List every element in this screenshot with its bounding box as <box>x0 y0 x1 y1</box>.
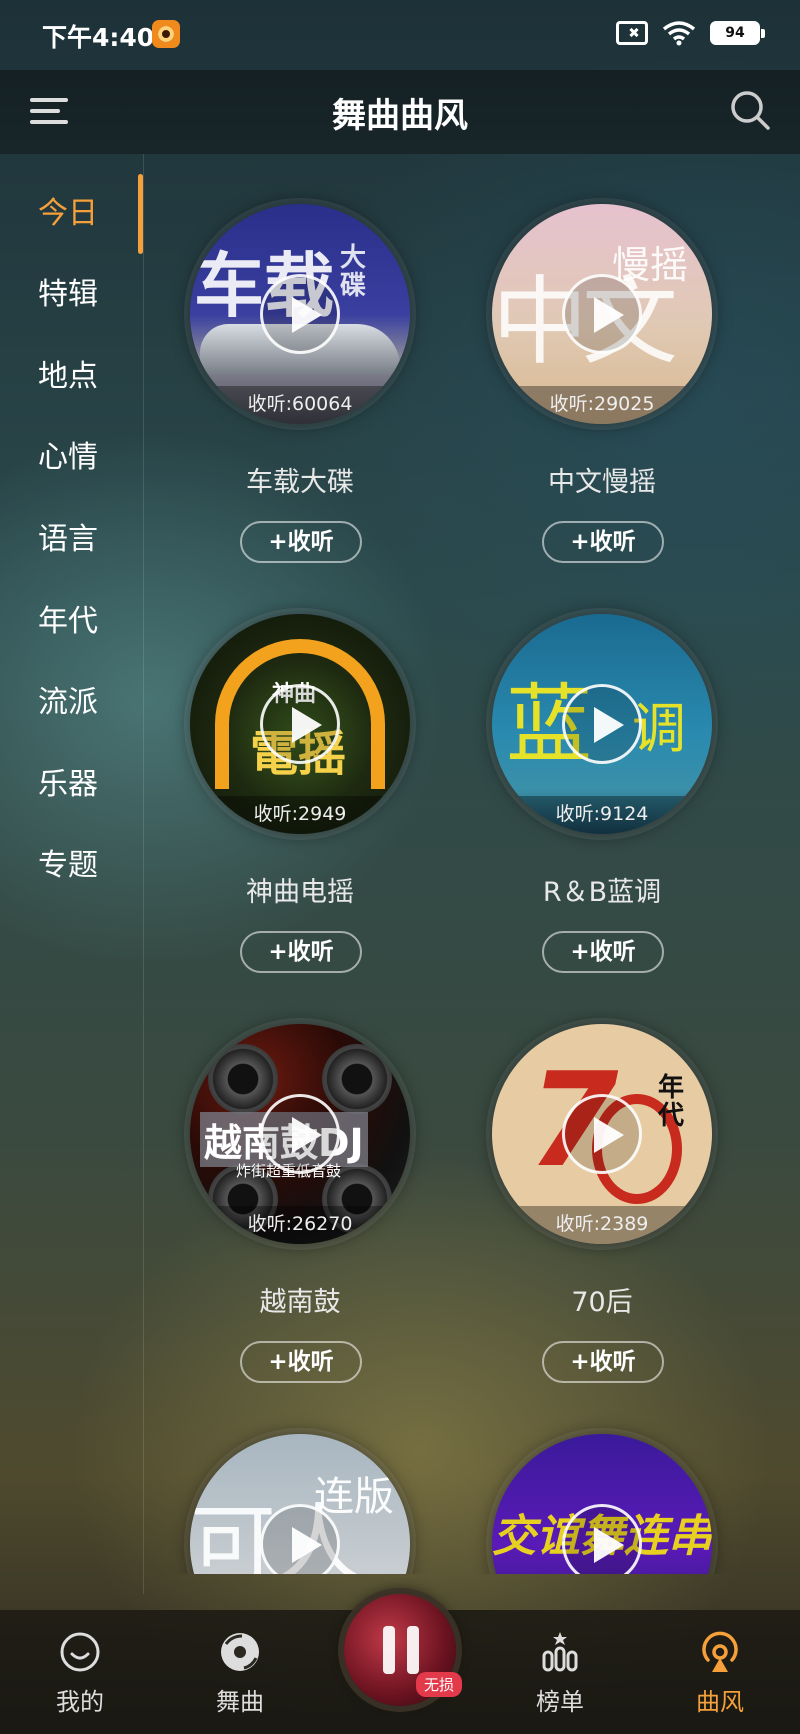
cover-art-subtext: 大碟 <box>340 243 367 301</box>
follow-button[interactable]: +收听 <box>542 521 664 563</box>
lossless-badge: 无损 <box>416 1672 463 1697</box>
playlist-cover[interactable]: 交谊舞连串 <box>492 1434 712 1574</box>
no-sim-icon <box>616 21 648 45</box>
app-header: 舞曲曲风 <box>0 70 800 154</box>
playlist-title: R＆B蓝调 <box>542 877 662 908</box>
follow-button[interactable]: +收听 <box>542 931 664 973</box>
play-count: 收听:2949 <box>190 796 410 834</box>
play-icon[interactable] <box>260 1094 340 1174</box>
nav-item-dance[interactable]: 舞曲 <box>190 1630 290 1717</box>
nav-item-charts[interactable]: 榜单 <box>510 1630 610 1717</box>
play-icon[interactable] <box>260 274 340 354</box>
smile-icon <box>60 1632 100 1672</box>
playlist-card: 中文 慢摇 收听:29025 中文慢摇 +收听 <box>452 154 752 563</box>
chart-icon <box>542 1632 578 1672</box>
status-bar: 下午4:40 94 <box>0 0 800 70</box>
playlist-cover[interactable]: 7 年代 收听:2389 <box>492 1024 712 1244</box>
sidebar-item-place[interactable]: 地点 <box>0 347 140 407</box>
play-count: 收听:2389 <box>492 1206 712 1244</box>
playlist-card: 可人 连版 <box>150 1384 450 1574</box>
playlist-title: 神曲电摇 <box>246 877 354 908</box>
play-icon[interactable] <box>562 1504 642 1574</box>
broadcast-icon <box>702 1631 738 1672</box>
sidebar-item-today[interactable]: 今日 <box>0 184 140 244</box>
playlist-title: 车载大碟 <box>246 467 354 498</box>
play-count: 收听:29025 <box>492 386 712 424</box>
sidebar-item-special[interactable]: 特辑 <box>0 265 140 325</box>
play-count: 收听:60064 <box>190 386 410 424</box>
page-title: 舞曲曲风 <box>332 96 468 136</box>
playlist-card: 车载 大碟 收听:60064 车载大碟 +收听 <box>150 154 450 563</box>
battery-icon: 94 <box>710 21 765 45</box>
now-playing-disc[interactable]: 无损 <box>344 1594 463 1706</box>
disc-icon <box>221 1633 259 1671</box>
follow-button[interactable]: +收听 <box>240 1341 362 1383</box>
nav-label: 舞曲 <box>216 1688 264 1716</box>
playlist-grid: 车载 大碟 收听:60064 车载大碟 +收听 中文 慢摇 收听:29025 中… <box>144 154 800 1574</box>
sidebar-item-genre[interactable]: 流派 <box>0 673 140 733</box>
follow-button[interactable]: +收听 <box>240 521 362 563</box>
play-count: 收听:9124 <box>492 796 712 834</box>
nav-item-style[interactable]: 曲风 <box>670 1630 770 1717</box>
status-time: 下午4:40 <box>42 23 155 52</box>
sidebar-item-era[interactable]: 年代 <box>0 592 140 652</box>
follow-button[interactable]: +收听 <box>240 931 362 973</box>
playlist-card: 交谊舞连串 <box>452 1384 752 1574</box>
playlist-cover[interactable]: 中文 慢摇 收听:29025 <box>492 204 712 424</box>
playlist-cover[interactable]: 车载 大碟 收听:60064 <box>190 204 410 424</box>
app-notification-icon <box>152 20 180 48</box>
playlist-cover[interactable]: 可人 连版 <box>190 1434 410 1574</box>
playlist-card: 越南鼓DJ 炸街超重低音鼓 收听:26270 越南鼓 +收听 <box>150 974 450 1383</box>
speaker-graphic <box>208 1044 278 1114</box>
playlist-cover[interactable]: 蓝 调 收听:9124 <box>492 614 712 834</box>
playlist-card: 7 年代 收听:2389 70后 +收听 <box>452 974 752 1383</box>
nav-label: 曲风 <box>696 1688 744 1716</box>
sidebar-item-mood[interactable]: 心情 <box>0 428 140 488</box>
play-count: 收听:26270 <box>190 1206 410 1244</box>
play-icon[interactable] <box>562 684 642 764</box>
nav-label: 我的 <box>56 1688 104 1716</box>
playlist-card: 電摇 神曲 收听:2949 神曲电摇 +收听 <box>150 564 450 973</box>
playlist-title: 越南鼓 <box>259 1287 341 1318</box>
search-icon[interactable] <box>728 88 772 132</box>
cover-art-subtext: 年代 <box>658 1073 685 1131</box>
speaker-graphic <box>322 1044 392 1114</box>
pause-icon[interactable] <box>381 1626 421 1674</box>
playlist-cover[interactable]: 電摇 神曲 收听:2949 <box>190 614 410 834</box>
nav-item-mine[interactable]: 我的 <box>30 1630 130 1717</box>
follow-button[interactable]: +收听 <box>542 1341 664 1383</box>
play-icon[interactable] <box>260 684 340 764</box>
nav-label: 榜单 <box>536 1688 584 1716</box>
play-icon[interactable] <box>562 274 642 354</box>
category-sidebar: 今日 特辑 地点 心情 语言 年代 流派 乐器 专题 <box>0 154 144 1594</box>
playlist-cover[interactable]: 越南鼓DJ 炸街超重低音鼓 收听:26270 <box>190 1024 410 1244</box>
playlist-card: 蓝 调 收听:9124 R＆B蓝调 +收听 <box>452 564 752 973</box>
wifi-icon <box>662 21 696 46</box>
sidebar-item-topic[interactable]: 专题 <box>0 836 140 896</box>
playlist-title: 中文慢摇 <box>548 467 656 498</box>
sidebar-item-language[interactable]: 语言 <box>0 510 140 570</box>
play-icon[interactable] <box>562 1094 642 1174</box>
play-icon[interactable] <box>260 1504 340 1574</box>
sidebar-item-instrument[interactable]: 乐器 <box>0 755 140 815</box>
playlist-title: 70后 <box>571 1287 633 1318</box>
status-icons: 94 <box>616 20 765 46</box>
